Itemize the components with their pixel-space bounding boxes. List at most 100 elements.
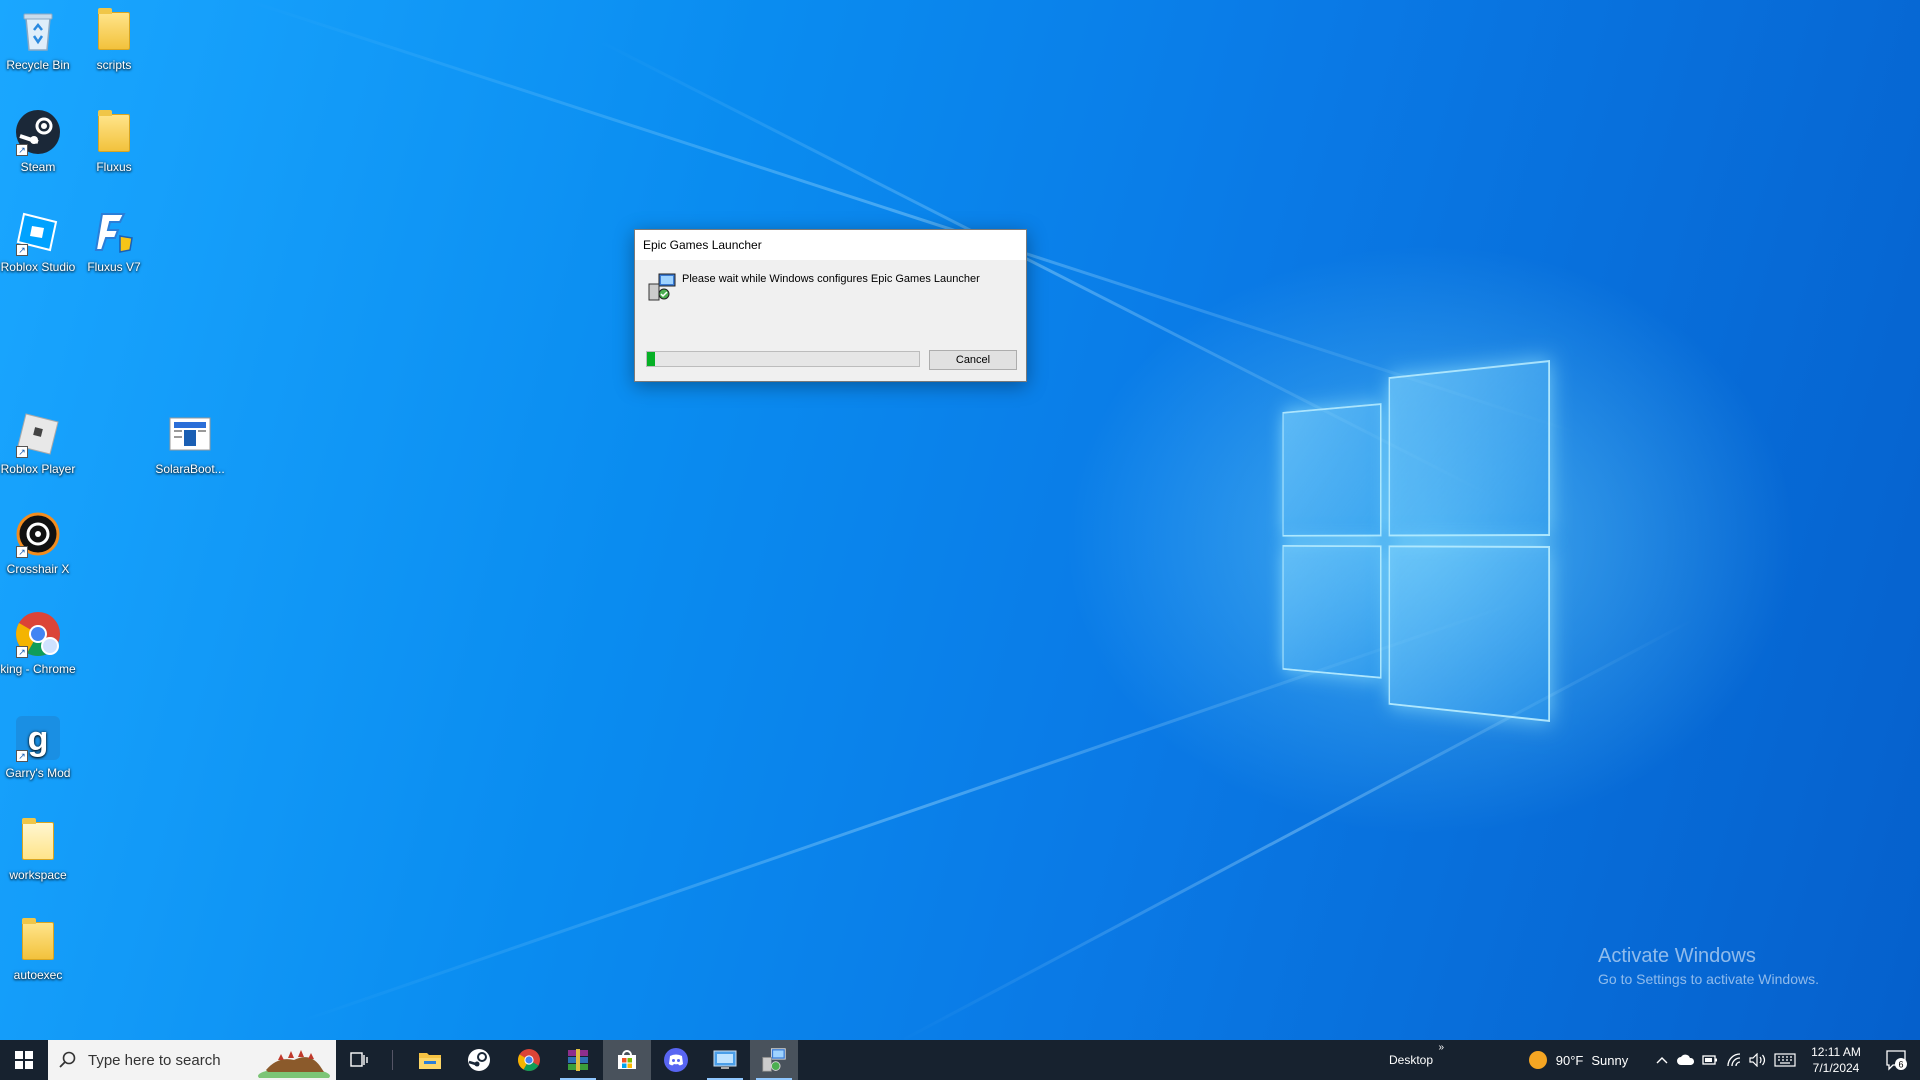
taskbar-separator (388, 1040, 396, 1080)
windows-start-icon (15, 1051, 33, 1069)
weather-condition: Sunny (1591, 1052, 1629, 1068)
folder-icon (90, 108, 138, 156)
install-progress-bar (646, 351, 920, 367)
crosshair-icon: ↗ (14, 510, 62, 558)
tray-network[interactable] (1722, 1040, 1746, 1080)
desktop-icon-recycle-bin[interactable]: Recycle Bin (0, 6, 76, 72)
shortcut-arrow-icon: ↗ (16, 446, 28, 458)
desktop-icon-king-chrome[interactable]: ↗ king - Chrome (0, 610, 76, 676)
taskbar-file-explorer[interactable] (406, 1040, 454, 1080)
clock-date: 7/1/2024 (1812, 1061, 1860, 1075)
desktop-icon-garrys-mod[interactable]: g ↗ Garry's Mod (0, 714, 76, 780)
tray-battery[interactable] (1698, 1040, 1722, 1080)
folder-icon (90, 6, 138, 54)
desktop-icon-fluxus-v7[interactable]: Fluxus V7 (76, 208, 152, 274)
wifi-icon (1727, 1053, 1741, 1067)
desktop-icon-label: king - Chrome (0, 662, 76, 676)
shortcut-arrow-icon: ↗ (16, 546, 28, 558)
action-center-button[interactable]: 6 (1872, 1040, 1920, 1080)
search-icon (48, 1051, 88, 1069)
desktop-icon-workspace[interactable]: workspace (0, 816, 76, 882)
taskbar-remote-desktop[interactable] (701, 1040, 749, 1080)
chrome-icon (518, 1049, 540, 1071)
watermark-subtitle: Go to Settings to activate Windows. (1598, 971, 1819, 987)
battery-icon (1702, 1055, 1717, 1065)
search-highlight-doodle-icon[interactable] (258, 1042, 330, 1080)
fluxus-icon (90, 208, 138, 256)
installer-icon (647, 272, 677, 302)
remote-desktop-icon (713, 1050, 737, 1069)
desktop-icon-crosshair-x[interactable]: ↗ Crosshair X (0, 510, 76, 576)
desktop-background: Recycle Bin scripts ↗ Steam Fluxus ↗ Rob… (0, 0, 1920, 1040)
task-view-button[interactable] (336, 1040, 384, 1080)
toolbar-expand-icon: » (1438, 1042, 1444, 1053)
desktop-toolbar[interactable]: Desktop » (1366, 1040, 1456, 1080)
taskbar-microsoft-store[interactable] (603, 1040, 651, 1080)
desktop-icon-label: Recycle Bin (6, 58, 70, 72)
desktop-toolbar-label: Desktop (1388, 1053, 1434, 1067)
chevron-up-icon (1656, 1057, 1668, 1064)
tray-onedrive[interactable] (1674, 1040, 1698, 1080)
taskbar-discord[interactable] (652, 1040, 700, 1080)
desktop-icon-label: autoexec (13, 968, 63, 982)
show-hidden-icons-button[interactable] (1650, 1040, 1674, 1080)
desktop-icon-label: Garry's Mod (5, 766, 71, 780)
steam-icon: ↗ (14, 108, 62, 156)
weather-widget[interactable]: 90°F Sunny (1518, 1040, 1638, 1080)
svg-text:g: g (28, 720, 49, 758)
desktop-icon-label: Crosshair X (6, 562, 70, 576)
winrar-icon (568, 1049, 588, 1071)
desktop-icon-label: Steam (20, 160, 56, 174)
progress-fill (647, 352, 656, 366)
desktop-icon-label: workspace (9, 868, 67, 882)
desktop-icon-label: Roblox Studio (0, 260, 76, 274)
taskbar-winrar[interactable] (554, 1040, 602, 1080)
folder-icon (14, 916, 62, 964)
taskbar-steam[interactable] (455, 1040, 503, 1080)
taskbar-clock[interactable]: 12:11 AM 7/1/2024 (1800, 1040, 1872, 1080)
gmod-icon: g ↗ (14, 714, 62, 762)
taskbar-chrome[interactable] (505, 1040, 553, 1080)
roblox-studio-icon: ↗ (14, 208, 62, 256)
task-view-icon (350, 1052, 368, 1067)
microsoft-store-icon (618, 1050, 636, 1069)
recycle-bin-icon (14, 6, 62, 54)
desktop-icon-roblox-player[interactable]: ↗ Roblox Player (0, 410, 76, 476)
shortcut-arrow-icon: ↗ (16, 750, 28, 762)
dialog-message: Please wait while Windows configures Epi… (682, 273, 980, 285)
search-placeholder: Type here to search (88, 1051, 221, 1069)
tray-touch-keyboard[interactable] (1770, 1040, 1800, 1080)
notification-icon: 6 (1886, 1050, 1907, 1071)
start-button[interactable] (0, 1040, 48, 1080)
sun-icon (1528, 1051, 1547, 1069)
desktop-icon-fluxus[interactable]: Fluxus (76, 108, 152, 174)
shortcut-arrow-icon: ↗ (16, 646, 28, 658)
desktop-icon-scripts[interactable]: scripts (76, 6, 152, 72)
desktop-icon-roblox-studio[interactable]: ↗ Roblox Studio (0, 208, 76, 274)
file-explorer-icon (419, 1053, 441, 1069)
discord-icon (664, 1048, 688, 1072)
solara-icon (166, 410, 214, 458)
chrome-icon: ↗ (14, 610, 62, 658)
taskbar-search-box[interactable]: Type here to search (48, 1040, 336, 1080)
tray-volume[interactable] (1746, 1040, 1770, 1080)
activate-windows-watermark: Activate Windows Go to Settings to activ… (1598, 945, 1819, 987)
desktop-icon-label: SolaraBoot... (155, 462, 225, 476)
desktop-icon-label: scripts (96, 58, 132, 72)
desktop-icon-label: Fluxus (96, 160, 132, 174)
desktop-icon-autoexec[interactable]: autoexec (0, 916, 76, 982)
desktop-icon-steam[interactable]: ↗ Steam (0, 108, 76, 174)
cancel-button[interactable]: Cancel (929, 350, 1017, 370)
cloud-icon (1677, 1054, 1695, 1065)
desktop-icon-label: Fluxus V7 (87, 260, 141, 274)
steam-icon (468, 1049, 490, 1071)
taskbar: Type here to search Desktop » 90°F Sunny… (0, 1040, 1920, 1080)
taskbar-installer[interactable] (750, 1040, 798, 1080)
desktop-icon-label: Roblox Player (0, 462, 76, 476)
shortcut-arrow-icon: ↗ (16, 144, 28, 156)
desktop-icon-solaraboot[interactable]: SolaraBoot... (152, 410, 228, 476)
shortcut-arrow-icon: ↗ (16, 244, 28, 256)
notification-count: 6 (1898, 1060, 1903, 1070)
clock-time: 12:11 AM (1811, 1045, 1861, 1059)
windows-logo-wallpaper (1282, 360, 1550, 722)
